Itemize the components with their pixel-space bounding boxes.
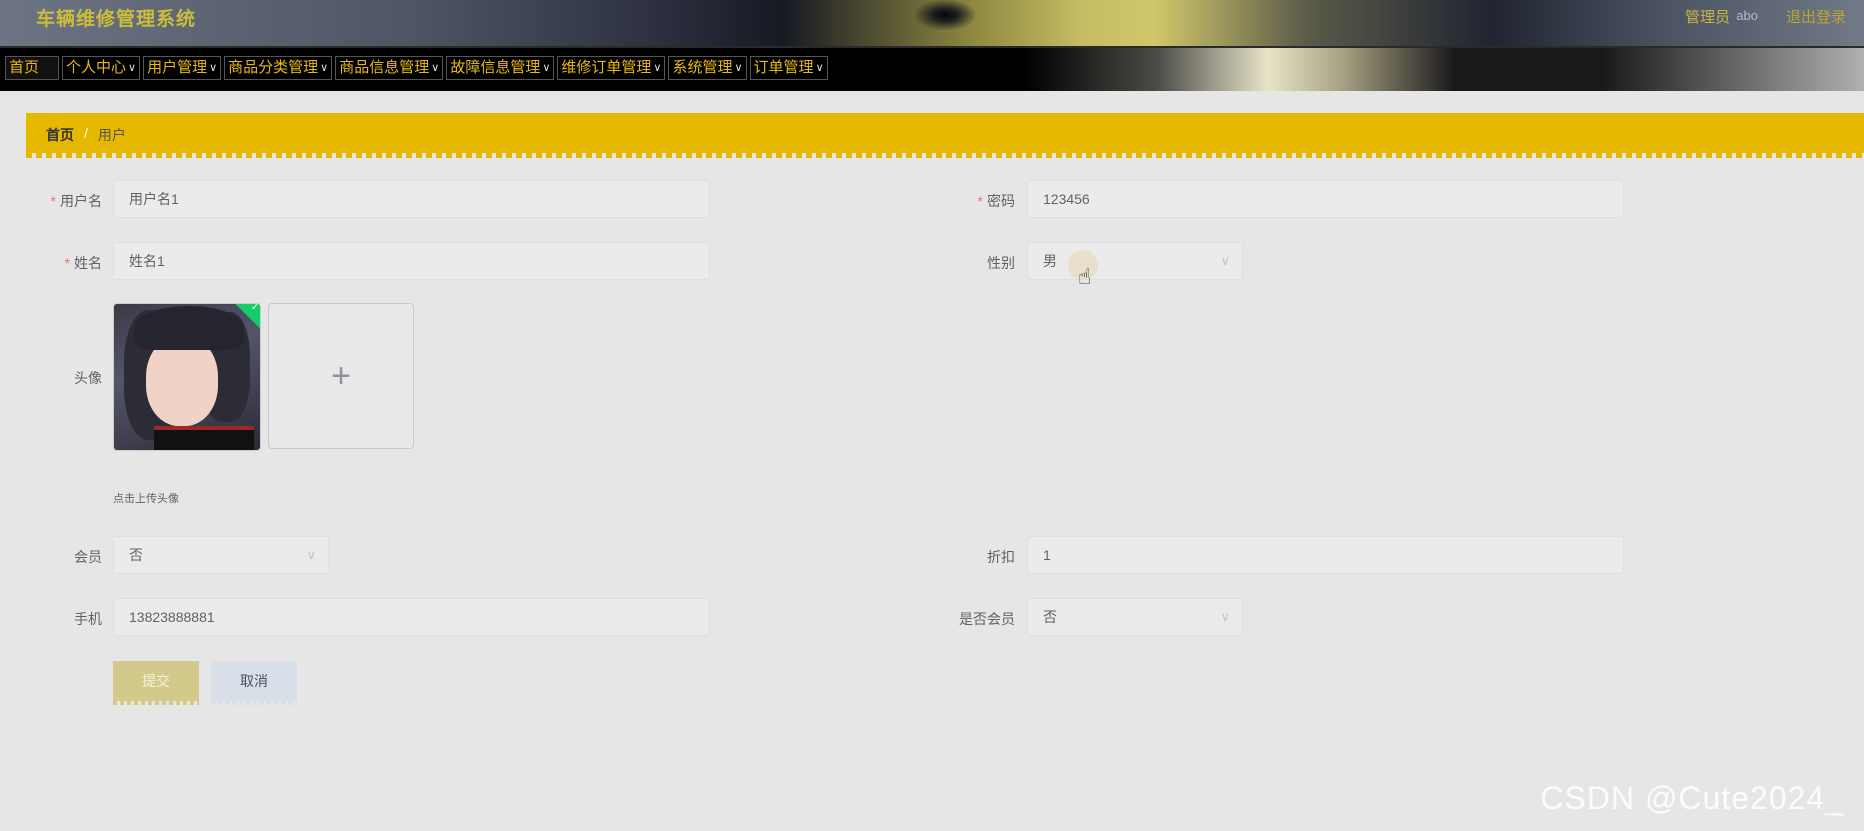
- chevron-down-icon: ∨: [431, 62, 440, 74]
- nav-item-personal-center[interactable]: 个人中心 ∨: [62, 56, 141, 80]
- password-label: * 密码: [977, 193, 1015, 209]
- phone-input[interactable]: 13823888881: [113, 598, 710, 636]
- chevron-down-icon: ∨: [1220, 609, 1230, 624]
- breadcrumb-current: 用户: [97, 127, 126, 143]
- username-label: * 用户名: [50, 193, 102, 209]
- chevron-down-icon: ∨: [734, 62, 743, 74]
- nav-item-home[interactable]: 首页: [5, 56, 59, 80]
- upload-hint: 点击上传头像: [113, 493, 179, 505]
- discount-label: 折扣: [987, 549, 1015, 565]
- required-mark: *: [64, 255, 70, 271]
- name-label: * 姓名: [64, 255, 102, 271]
- username-input[interactable]: 用户名1: [113, 180, 710, 218]
- chevron-down-icon: ∨: [1220, 253, 1230, 268]
- app-title: 车辆维修管理系统: [36, 9, 197, 30]
- chevron-down-icon: ∨: [209, 62, 218, 74]
- submit-button[interactable]: 提交: [113, 661, 199, 705]
- is-member-label: 是否会员: [959, 611, 1015, 627]
- top-nav: 首页 个人中心 ∨ 用户管理 ∨ 商品分类管理 ∨ 商品信息管理 ∨ 故障信息管理 ∨ 维…: [0, 46, 1864, 91]
- logout-link[interactable]: 退出登录: [1786, 6, 1846, 27]
- chevron-down-icon: ∨: [306, 547, 316, 562]
- nav-item-orders[interactable]: 订单管理 ∨: [749, 56, 828, 80]
- breadcrumb-home[interactable]: 首页: [46, 125, 74, 145]
- nav-item-fault-info[interactable]: 故障信息管理 ∨: [446, 56, 555, 80]
- user-name: abo: [1736, 8, 1758, 23]
- phone-label: 手机: [74, 611, 102, 627]
- avatar-upload-button[interactable]: +: [268, 303, 414, 449]
- user-role: 管理员: [1684, 9, 1730, 26]
- member-select[interactable]: 否 ∨: [113, 536, 329, 574]
- app-header: 车辆维修管理系统 管理员 abo 退出登录: [0, 0, 1864, 46]
- watermark: CSDN @Cute2024_: [1540, 780, 1844, 816]
- discount-input[interactable]: 1: [1027, 536, 1624, 574]
- nav-item-repair-orders[interactable]: 维修订单管理 ∨: [557, 56, 666, 80]
- name-input[interactable]: 姓名1: [113, 242, 710, 280]
- password-input[interactable]: 123456: [1027, 180, 1624, 218]
- nav-item-product-category[interactable]: 商品分类管理 ∨: [224, 56, 333, 80]
- breadcrumb: 首页 / 用户: [26, 113, 1864, 158]
- breadcrumb-separator: /: [84, 125, 88, 141]
- cancel-button[interactable]: 取消: [211, 661, 297, 705]
- avatar-image[interactable]: ✓: [113, 303, 261, 451]
- required-mark: *: [977, 193, 983, 209]
- gender-select[interactable]: 男 ∨: [1027, 242, 1243, 280]
- plus-icon: +: [331, 356, 351, 395]
- chevron-down-icon: ∨: [653, 62, 662, 74]
- chevron-down-icon: ∨: [542, 62, 551, 74]
- nav-item-user-management[interactable]: 用户管理 ∨: [143, 56, 222, 80]
- checkmark-icon: ✓: [250, 303, 260, 313]
- required-mark: *: [50, 193, 56, 209]
- chevron-down-icon: ∨: [320, 62, 329, 74]
- member-label: 会员: [74, 549, 102, 565]
- nav-item-product-info[interactable]: 商品信息管理 ∨: [335, 56, 444, 80]
- nav-item-system[interactable]: 系统管理 ∨: [668, 56, 747, 80]
- avatar-label: 头像: [74, 370, 102, 386]
- header-decoration: [915, 0, 975, 30]
- chevron-down-icon: ∨: [815, 62, 824, 74]
- chevron-down-icon: ∨: [128, 62, 137, 74]
- is-member-select[interactable]: 否 ∨: [1027, 598, 1243, 636]
- gender-label: 性别: [987, 255, 1015, 271]
- hand-cursor-icon: ☝: [1078, 264, 1092, 289]
